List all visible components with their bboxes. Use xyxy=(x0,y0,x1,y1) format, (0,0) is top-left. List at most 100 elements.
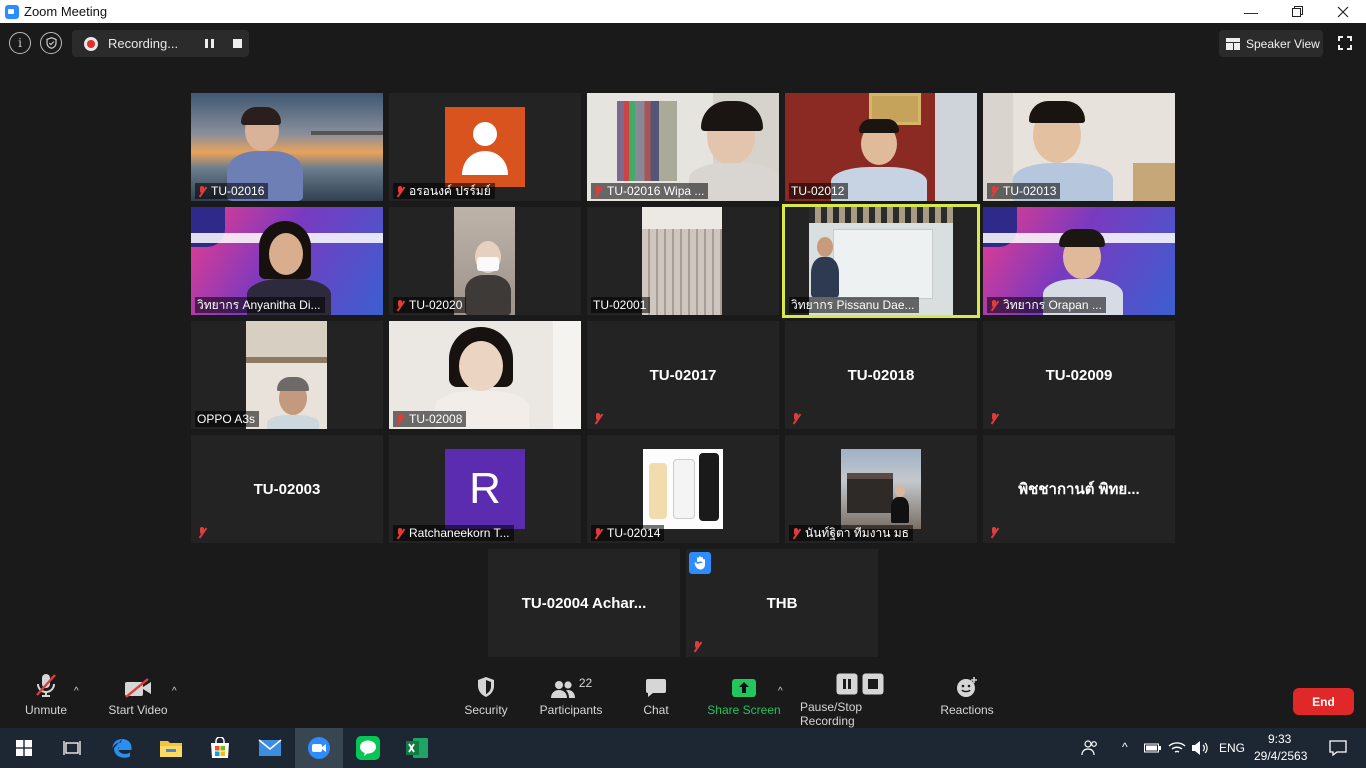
start-video-button[interactable]: Start Video xyxy=(104,668,172,728)
share-screen-arrow-icon xyxy=(731,668,757,698)
participant-tile[interactable]: OPPO A3s xyxy=(191,321,383,429)
wifi-icon[interactable] xyxy=(1166,728,1188,768)
participant-name: นันท์ฐิตา ทีมงาน มธ xyxy=(789,525,913,541)
participant-tile[interactable]: วิทยากร Orapan ... xyxy=(983,207,1175,315)
participant-name: TU-02017 xyxy=(649,366,717,384)
participant-tile[interactable]: พิชชากานต์ พิทย... xyxy=(983,435,1175,543)
windows-start-icon[interactable] xyxy=(0,728,48,768)
video-feed xyxy=(1059,229,1105,247)
participant-tile[interactable]: TU-02020 xyxy=(389,207,581,315)
file-explorer-icon[interactable] xyxy=(147,728,195,768)
participant-tile[interactable]: TU-02009 xyxy=(983,321,1175,429)
speaker-view-button[interactable]: Speaker View xyxy=(1219,30,1323,57)
fullscreen-icon[interactable] xyxy=(1338,36,1352,50)
participant-name: TU-02008 xyxy=(393,411,467,427)
pause-stop-recording-icon xyxy=(836,668,884,699)
line-app-icon[interactable] xyxy=(344,728,392,768)
chat-bubble-icon xyxy=(645,668,667,698)
participant-name: TU-02020 xyxy=(393,297,467,313)
video-person-body xyxy=(465,275,511,315)
share-screen-button[interactable]: Share Screen xyxy=(706,668,782,728)
participant-name: วิทยากร Anyanitha Di... xyxy=(195,297,325,313)
recording-label: Recording... xyxy=(108,36,179,51)
title-bar: Zoom Meeting — xyxy=(0,0,1366,23)
people-icon[interactable] xyxy=(1070,728,1110,768)
reactions-button[interactable]: Reactions xyxy=(938,668,996,728)
muted-mic-icon xyxy=(593,185,603,197)
security-button[interactable]: Security xyxy=(458,668,514,728)
participant-tile[interactable]: R Ratchaneekorn T... xyxy=(389,435,581,543)
pause-stop-recording-button[interactable]: Pause/Stop Recording xyxy=(800,668,920,728)
pause-stop-recording-label: Pause/Stop Recording xyxy=(800,700,863,728)
participant-name: TU-02016 xyxy=(195,183,269,199)
close-button[interactable] xyxy=(1320,0,1366,23)
clock-time[interactable]: 9:33 xyxy=(1268,732,1291,746)
restore-button[interactable] xyxy=(1274,0,1320,23)
video-feed xyxy=(673,459,695,519)
task-view-icon[interactable] xyxy=(48,728,96,768)
video-feed xyxy=(1029,101,1085,123)
participant-tile[interactable]: TU-02016 Wipa ... xyxy=(587,93,779,201)
muted-mic-icon xyxy=(197,185,207,197)
participant-tile[interactable]: TU-02012 xyxy=(785,93,977,201)
excel-icon[interactable] xyxy=(393,728,441,768)
participant-tile[interactable]: อรอนงค์ ปรร์มย์ xyxy=(389,93,581,201)
participant-name: วิทยากร Pissanu Dae... xyxy=(789,297,919,313)
participant-tile[interactable]: TU-02014 xyxy=(587,435,779,543)
zoom-app-icon[interactable] xyxy=(295,728,343,768)
participant-tile[interactable]: TU-02008 xyxy=(389,321,581,429)
microsoft-store-icon[interactable] xyxy=(196,728,244,768)
participant-name: วิทยากร Orapan ... xyxy=(987,297,1106,313)
participant-tile[interactable]: วิทยากร Anyanitha Di... xyxy=(191,207,383,315)
reactions-smiley-icon xyxy=(956,668,978,698)
meeting-info-group: i xyxy=(9,32,62,54)
participant-tile[interactable]: TU-02016 xyxy=(191,93,383,201)
participant-name: อรอนงค์ ปรร์มย์ xyxy=(393,183,495,199)
participant-tile[interactable]: TU-02018 xyxy=(785,321,977,429)
participant-tile[interactable]: TU-02003 xyxy=(191,435,383,543)
participants-icon xyxy=(550,681,575,698)
restore-icon xyxy=(1291,6,1303,17)
chat-button[interactable]: Chat xyxy=(634,668,678,728)
participant-tile[interactable]: THB xyxy=(686,549,878,657)
encryption-shield-icon[interactable] xyxy=(40,32,62,54)
participant-name: TU-02012 xyxy=(789,183,849,199)
participant-tile-active-speaker[interactable]: วิทยากร Pissanu Dae... xyxy=(782,204,980,318)
participant-tile[interactable]: TU-02017 xyxy=(587,321,779,429)
close-icon xyxy=(1337,6,1349,17)
participant-tile[interactable]: นันท์ฐิตา ทีมงาน มธ xyxy=(785,435,977,543)
battery-icon[interactable] xyxy=(1142,728,1164,768)
volume-icon[interactable] xyxy=(1189,728,1211,768)
pause-recording-icon[interactable] xyxy=(205,39,214,48)
unmute-button[interactable]: Unmute xyxy=(18,668,74,728)
participants-button[interactable]: 22 Participants xyxy=(536,668,606,728)
notifications-icon[interactable] xyxy=(1318,728,1358,768)
video-feed xyxy=(241,107,281,125)
video-feed xyxy=(277,377,309,391)
muted-mic-icon xyxy=(395,185,405,197)
share-options-chevron-icon[interactable]: ^ xyxy=(778,686,783,697)
video-feed xyxy=(246,357,327,363)
video-options-chevron-icon[interactable]: ^ xyxy=(172,686,177,697)
mail-icon[interactable] xyxy=(246,728,294,768)
edge-browser-icon[interactable] xyxy=(98,728,146,768)
minimize-button[interactable]: — xyxy=(1228,0,1274,23)
participant-name: TU-02013 xyxy=(987,183,1061,199)
participants-label: Participants xyxy=(539,703,603,717)
stop-recording-icon[interactable] xyxy=(233,39,242,48)
speaker-view-icon xyxy=(1226,37,1240,50)
participant-tile[interactable]: TU-02013 xyxy=(983,93,1175,201)
windows-taskbar: ^ ENG 9:33 29/4/2563 xyxy=(0,728,1366,768)
meeting-info-icon[interactable]: i xyxy=(9,32,31,54)
muted-mic-icon xyxy=(593,413,603,424)
zoom-logo-icon xyxy=(5,4,19,19)
show-hidden-icons-chevron-icon[interactable]: ^ xyxy=(1122,740,1128,754)
end-meeting-button[interactable]: End xyxy=(1293,688,1354,715)
participant-tile[interactable]: TU-02001 xyxy=(587,207,779,315)
participant-tile[interactable]: TU-02004 Achar... xyxy=(488,549,680,657)
input-language[interactable]: ENG xyxy=(1219,741,1245,755)
audio-options-chevron-icon[interactable]: ^ xyxy=(74,686,79,697)
video-feed xyxy=(617,101,677,181)
clock-date[interactable]: 29/4/2563 xyxy=(1254,749,1307,763)
video-person-head xyxy=(459,341,503,391)
